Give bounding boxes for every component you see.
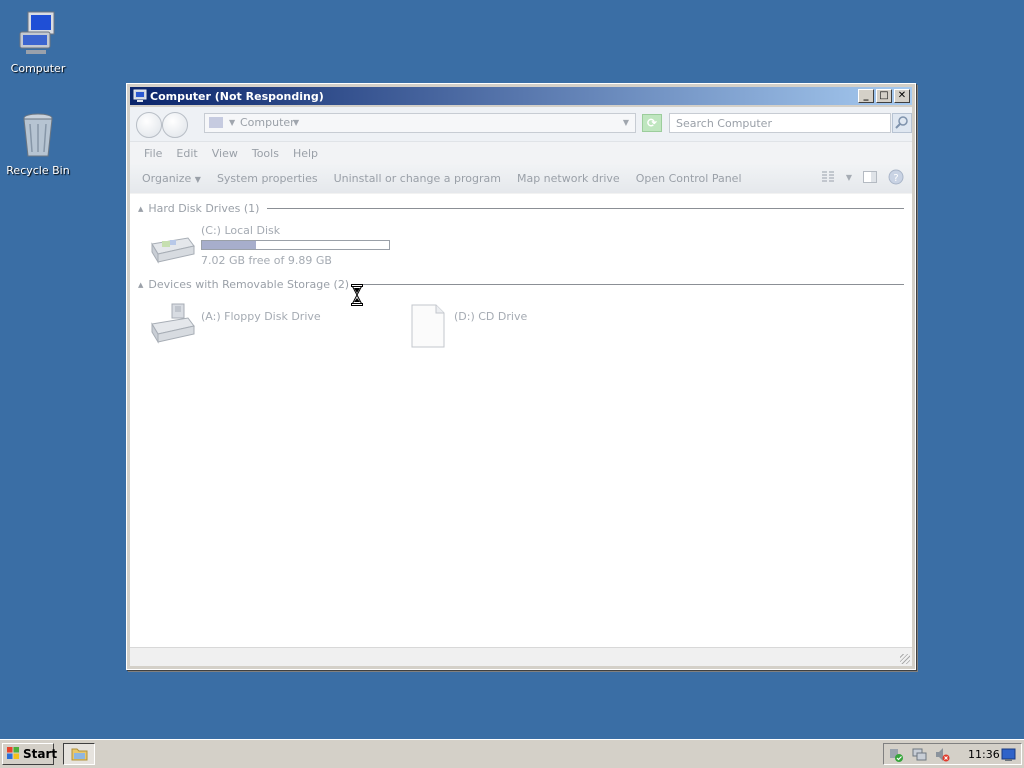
start-button[interactable]: Start bbox=[2, 743, 58, 765]
hourglass-cursor-icon bbox=[351, 284, 363, 306]
drive-name: (C:) Local Disk bbox=[201, 224, 281, 237]
search-field[interactable] bbox=[669, 113, 892, 133]
drive-free-space: 7.02 GB free of 9.89 GB bbox=[201, 254, 332, 267]
volume-muted-icon[interactable] bbox=[935, 747, 950, 762]
drive-name: (A:) Floppy Disk Drive bbox=[201, 310, 321, 323]
menu-file[interactable]: File bbox=[144, 147, 162, 160]
computer-icon bbox=[133, 89, 147, 103]
window-client: ▼ Computer ▼ ▼ ⟳ File Edit View Tools He bbox=[130, 107, 912, 666]
divider bbox=[267, 208, 904, 209]
address-dropdown-icon[interactable]: ▼ bbox=[623, 114, 629, 132]
drive-usage-fill bbox=[202, 241, 257, 249]
address-row: ▼ Computer ▼ ▼ ⟳ bbox=[130, 107, 912, 141]
collapse-triangle-icon[interactable]: ▲ bbox=[138, 205, 143, 213]
chevron-down-icon[interactable]: ▼ bbox=[293, 114, 299, 132]
desktop-icon-recycle-bin[interactable]: Recycle Bin bbox=[0, 112, 76, 177]
desktop-icon-label: Recycle Bin bbox=[6, 164, 70, 177]
status-bar bbox=[130, 647, 912, 666]
window-title: Computer (Not Responding) bbox=[150, 89, 324, 103]
content-pane: ▲ Hard Disk Drives (1) (C:) Local Disk 7… bbox=[130, 194, 912, 648]
menu-bar: File Edit View Tools Help bbox=[130, 141, 912, 165]
drive-usage-bar bbox=[201, 240, 390, 250]
forward-button[interactable] bbox=[162, 112, 188, 138]
safely-remove-hardware-icon[interactable] bbox=[889, 747, 904, 762]
menu-tools[interactable]: Tools bbox=[252, 147, 279, 160]
folder-icon bbox=[71, 746, 88, 765]
maximize-button[interactable]: □ bbox=[876, 89, 892, 103]
refresh-button[interactable]: ⟳ bbox=[642, 114, 662, 132]
collapse-triangle-icon[interactable]: ▲ bbox=[138, 281, 143, 289]
address-bar[interactable]: ▼ Computer ▼ ▼ bbox=[204, 113, 636, 133]
search-input[interactable] bbox=[670, 114, 892, 132]
clock[interactable]: 11:36 bbox=[968, 748, 1000, 761]
map-network-drive-button[interactable]: Map network drive bbox=[517, 172, 620, 185]
group-header-label: Hard Disk Drives (1) bbox=[148, 202, 260, 215]
preview-pane-icon[interactable] bbox=[862, 169, 878, 185]
cd-drive-icon bbox=[410, 304, 446, 351]
divider bbox=[357, 284, 904, 285]
desktop-icon-label: Computer bbox=[10, 62, 66, 75]
recycle-bin-icon bbox=[14, 112, 62, 160]
help-icon[interactable]: ? bbox=[888, 169, 904, 185]
taskbar-explorer-button[interactable] bbox=[63, 743, 95, 765]
search-icon[interactable] bbox=[892, 113, 912, 133]
organize-button[interactable]: Organize ▼ bbox=[142, 172, 201, 185]
menu-view[interactable]: View bbox=[212, 147, 238, 160]
open-control-panel-button[interactable]: Open Control Panel bbox=[636, 172, 742, 185]
back-button[interactable] bbox=[136, 112, 162, 138]
hard-disk-icon bbox=[148, 232, 196, 269]
chevron-down-icon: ▼ bbox=[194, 175, 201, 184]
uninstall-program-button[interactable]: Uninstall or change a program bbox=[334, 172, 501, 185]
network-icon[interactable] bbox=[912, 747, 927, 762]
resize-grip[interactable] bbox=[900, 654, 910, 664]
group-header-label: Devices with Removable Storage (2) bbox=[148, 278, 350, 291]
drive-item-c[interactable]: (C:) Local Disk 7.02 GB free of 9.89 GB bbox=[144, 224, 404, 272]
desktop-icon-computer[interactable]: Computer bbox=[0, 10, 76, 75]
floppy-drive-icon bbox=[148, 302, 196, 347]
group-header-removable-storage[interactable]: ▲ Devices with Removable Storage (2) bbox=[138, 278, 904, 291]
show-desktop-icon[interactable] bbox=[1001, 747, 1016, 762]
title-bar[interactable]: Computer (Not Responding) _ □ ✕ bbox=[130, 87, 912, 105]
drive-item-d[interactable]: (D:) CD Drive bbox=[410, 302, 610, 350]
computer-icon bbox=[14, 10, 62, 58]
computer-icon bbox=[209, 117, 223, 128]
command-bar: Organize ▼ System properties Uninstall o… bbox=[130, 164, 912, 193]
chevron-down-icon: ▼ bbox=[229, 118, 236, 127]
organize-label: Organize bbox=[142, 172, 192, 185]
explorer-window: Computer (Not Responding) _ □ ✕ ▼ Comput… bbox=[126, 83, 916, 670]
minimize-button[interactable]: _ bbox=[858, 89, 874, 103]
system-tray: 11:36 bbox=[883, 743, 1022, 765]
close-button[interactable]: ✕ bbox=[894, 89, 910, 103]
taskbar: Start 11:36 bbox=[0, 739, 1024, 768]
system-properties-button[interactable]: System properties bbox=[217, 172, 318, 185]
group-header-hard-disk-drives[interactable]: ▲ Hard Disk Drives (1) bbox=[138, 202, 904, 215]
menu-help[interactable]: Help bbox=[293, 147, 318, 160]
chevron-down-icon[interactable]: ▼ bbox=[846, 173, 852, 182]
menu-edit[interactable]: Edit bbox=[176, 147, 197, 160]
drive-item-a[interactable]: (A:) Floppy Disk Drive bbox=[144, 302, 384, 350]
views-icon[interactable] bbox=[820, 169, 836, 185]
drive-name: (D:) CD Drive bbox=[454, 310, 528, 323]
windows-logo-icon bbox=[6, 746, 20, 763]
start-label: Start bbox=[23, 747, 58, 761]
breadcrumb[interactable]: Computer bbox=[240, 114, 295, 132]
svg-text:?: ? bbox=[893, 173, 898, 184]
